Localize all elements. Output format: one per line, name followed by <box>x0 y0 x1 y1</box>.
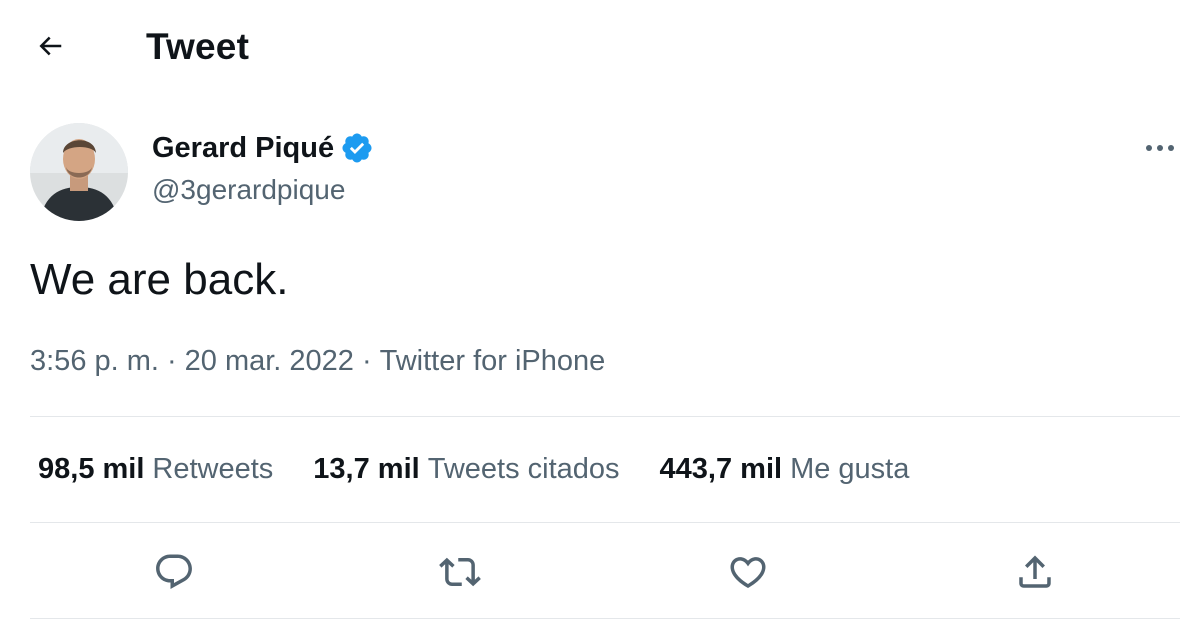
stat-label: Me gusta <box>790 453 910 485</box>
stat-label: Retweets <box>152 453 274 485</box>
divider <box>30 416 1180 417</box>
retweets-stat[interactable]: 98,5 mil Retweets <box>38 453 273 486</box>
retweet-icon <box>439 557 481 587</box>
retweet-button[interactable] <box>433 545 487 599</box>
tweet-actions <box>0 545 1200 599</box>
verified-badge-icon <box>340 131 374 165</box>
more-options-button[interactable] <box>1138 128 1182 168</box>
tweet-meta: 3:56 p. m. · 20 mar. 2022 · Twitter for … <box>30 345 605 378</box>
header: Tweet <box>0 0 1200 92</box>
stat-label: Tweets citados <box>427 453 620 485</box>
share-button[interactable] <box>1008 545 1062 599</box>
divider <box>30 522 1180 523</box>
tweet-text: We are back. <box>30 255 289 304</box>
reply-icon <box>156 554 192 589</box>
stat-value: 13,7 mil <box>313 453 420 485</box>
avatar-photo <box>30 123 128 221</box>
author-handle[interactable]: @3gerardpique <box>152 174 345 206</box>
like-icon <box>730 557 766 589</box>
author-name-row: Gerard Piqué <box>152 131 374 165</box>
more-options-icon <box>1146 145 1174 151</box>
tweet-date[interactable]: 20 mar. 2022 <box>185 345 354 378</box>
stat-value: 98,5 mil <box>38 453 145 485</box>
arrow-left-icon <box>39 36 62 56</box>
author-display-name[interactable]: Gerard Piqué <box>152 132 334 165</box>
meta-separator: · <box>361 345 372 377</box>
tweet-source[interactable]: Twitter for iPhone <box>380 345 606 378</box>
meta-separator: · <box>166 345 177 377</box>
page-title: Tweet <box>146 26 250 67</box>
share-icon <box>1019 555 1051 588</box>
divider <box>30 618 1180 619</box>
tweet-stats: 98,5 mil Retweets 13,7 mil Tweets citado… <box>38 453 949 486</box>
avatar[interactable] <box>30 123 128 221</box>
stat-value: 443,7 mil <box>659 453 783 485</box>
likes-stat[interactable]: 443,7 mil Me gusta <box>660 453 910 486</box>
tweet-time[interactable]: 3:56 p. m. <box>30 345 159 378</box>
like-button[interactable] <box>721 545 775 599</box>
quote-tweets-stat[interactable]: 13,7 mil Tweets citados <box>313 453 619 486</box>
back-button[interactable] <box>28 24 72 68</box>
reply-button[interactable] <box>147 545 201 599</box>
